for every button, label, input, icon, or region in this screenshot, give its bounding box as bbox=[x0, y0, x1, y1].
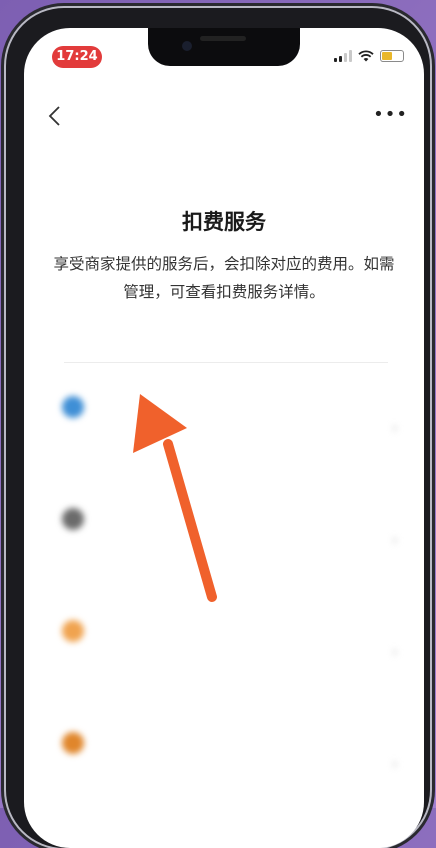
notch bbox=[148, 28, 300, 66]
service-apple-icon bbox=[62, 508, 84, 530]
service-item[interactable]: › bbox=[24, 720, 424, 832]
more-options-icon[interactable]: ••• bbox=[373, 104, 408, 125]
divider bbox=[64, 362, 388, 363]
navigation-bar: ••• bbox=[24, 98, 424, 138]
service-item[interactable]: › bbox=[24, 608, 424, 720]
page-title: 扣费服务 bbox=[182, 210, 266, 234]
status-icons bbox=[334, 50, 404, 62]
chevron-right-icon: › bbox=[391, 754, 398, 773]
service-item[interactable]: › bbox=[24, 496, 424, 608]
chevron-right-icon: › bbox=[391, 530, 398, 549]
wifi-icon bbox=[358, 50, 374, 62]
back-arrow-icon[interactable] bbox=[44, 104, 68, 128]
service-globe-icon bbox=[62, 396, 84, 418]
cellular-signal-icon bbox=[334, 50, 352, 62]
phone-frame: 17:24 ••• 扣费服务 享受商家提供的服务后，会扣除对应的费用。如需管理，… bbox=[6, 8, 430, 848]
chevron-right-icon: › bbox=[391, 418, 398, 437]
phone-screen: 17:24 ••• 扣费服务 享受商家提供的服务后，会扣除对应的费用。如需管理，… bbox=[24, 28, 424, 848]
service-app-icon bbox=[62, 620, 84, 642]
service-app-icon bbox=[62, 732, 84, 754]
battery-icon bbox=[380, 50, 404, 62]
speaker bbox=[200, 36, 246, 41]
service-item[interactable]: › bbox=[24, 384, 424, 496]
page-description: 享受商家提供的服务后，会扣除对应的费用。如需管理，可查看扣费服务详情。 bbox=[53, 255, 395, 301]
status-time: 17:24 bbox=[52, 46, 102, 68]
front-camera bbox=[182, 41, 192, 51]
chevron-right-icon: › bbox=[391, 642, 398, 661]
deduction-service-list: › › › › bbox=[24, 384, 424, 832]
